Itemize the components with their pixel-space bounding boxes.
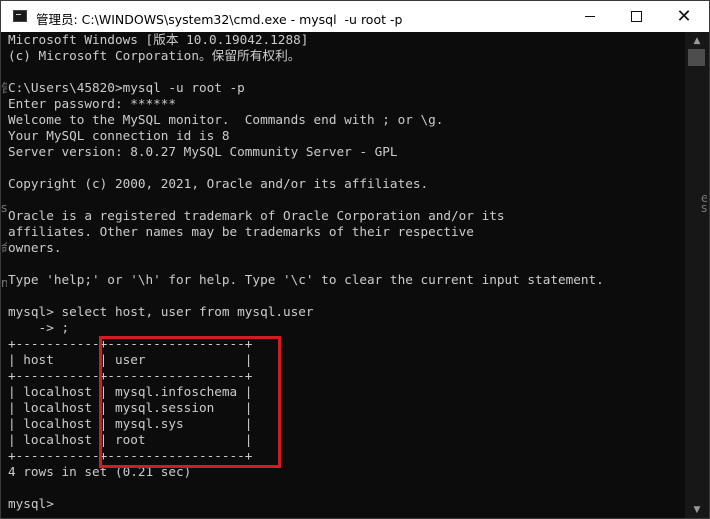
left-edge-fragment: 告: [1, 81, 7, 95]
console-line: | localhost | mysql.sys |: [8, 416, 253, 431]
console-line: | localhost | root |: [8, 432, 253, 447]
console-line: Server version: 8.0.27 MySQL Community S…: [8, 144, 398, 159]
cmd-window: 管理员: C:\WINDOWS\system32\cmd.exe - mysql…: [0, 0, 710, 519]
vertical-scrollbar[interactable]: ▲ ▼: [685, 32, 709, 518]
console-line: (c) Microsoft Corporation。保留所有权利。: [8, 48, 301, 63]
console-line: +-----------+------------------+: [8, 336, 253, 351]
maximize-button[interactable]: [613, 1, 659, 32]
console-line: mysql> select host, user from mysql.user: [8, 304, 314, 319]
console-line: +-----------+------------------+: [8, 368, 253, 383]
right-edge-fragment: s: [701, 201, 707, 215]
left-edge-fragment: s: [1, 201, 7, 215]
console-line: | host | user |: [8, 352, 253, 367]
console-line: Enter password: ******: [8, 96, 177, 111]
console-line: -> ;: [8, 320, 70, 335]
console-line: +-----------+------------------+: [8, 448, 253, 463]
console-line: Type 'help;' or '\h' for help. Type '\c'…: [8, 272, 604, 287]
console-line: mysql>: [8, 496, 54, 511]
console-line: Copyright (c) 2000, 2021, Oracle and/or …: [8, 176, 429, 191]
console-line: | localhost | mysql.infoschema |: [8, 384, 253, 399]
console-line: Microsoft Windows [版本 10.0.19042.1288]: [8, 32, 309, 47]
left-edge-fragment: 命: [1, 241, 7, 255]
close-button[interactable]: ✕: [661, 1, 707, 32]
cmd-icon: [13, 10, 27, 22]
scroll-up-icon[interactable]: ▲: [685, 32, 709, 49]
minimize-icon: [585, 16, 595, 17]
console-line: affiliates. Other names may be trademark…: [8, 224, 474, 239]
console-line: Your MySQL connection id is 8: [8, 128, 230, 143]
left-edge-fragment: m: [1, 276, 7, 290]
scroll-down-icon[interactable]: ▼: [685, 501, 709, 518]
console-output[interactable]: Microsoft Windows [版本 10.0.19042.1288] (c…: [8, 32, 684, 518]
console-line: owners.: [8, 240, 62, 255]
console-line: | localhost | mysql.session |: [8, 400, 253, 415]
console-line: C:\Users\45820>mysql -u root -p: [8, 80, 245, 95]
console-line: Oracle is a registered trademark of Orac…: [8, 208, 505, 223]
console-line: 4 rows in set (0.21 sec): [8, 464, 192, 479]
window-title: 管理员: C:\WINDOWS\system32\cmd.exe - mysql…: [36, 12, 403, 27]
title-bar[interactable]: 管理员: C:\WINDOWS\system32\cmd.exe - mysql…: [1, 1, 709, 32]
close-icon: ✕: [676, 5, 692, 27]
console-line: Welcome to the MySQL monitor. Commands e…: [8, 112, 444, 127]
minimize-button[interactable]: [567, 1, 613, 32]
maximize-icon: [630, 11, 642, 22]
scroll-thumb[interactable]: [688, 49, 705, 66]
